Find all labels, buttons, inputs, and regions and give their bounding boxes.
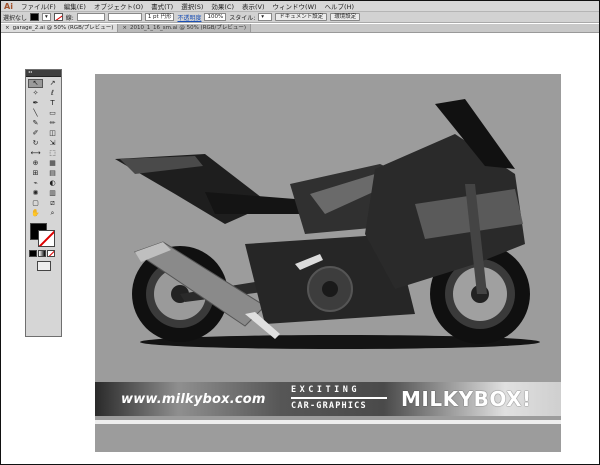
mesh-tool-icon[interactable]: ⊞ (28, 169, 43, 178)
pen-tool-icon[interactable]: ✒ (28, 99, 43, 108)
banner-url: www.milkybox.com (121, 392, 266, 407)
color-mode-button[interactable] (29, 250, 37, 257)
document-tabs: × garage_2.ai @ 50% (RGB/プレビュー) × 2010_1_1… (1, 24, 599, 33)
fill-stroke-widget (29, 221, 61, 247)
magic-wand-tool-icon[interactable]: ✧ (28, 89, 43, 98)
selection-status: 選択なし (3, 14, 28, 22)
stroke-color-box[interactable] (38, 230, 55, 247)
slice-tool-icon[interactable]: ⧄ (45, 199, 60, 208)
close-icon[interactable]: × (122, 25, 127, 31)
color-mode-buttons (26, 247, 61, 257)
document-setup-button[interactable]: ドキュメント設定 (275, 13, 328, 21)
rectangle-tool-icon[interactable]: ▭ (45, 109, 60, 118)
preferences-button[interactable]: 環境設定 (330, 13, 361, 21)
fill-dropdown[interactable]: ▾ (42, 13, 51, 21)
width-tool-icon[interactable]: ⟷ (28, 149, 43, 158)
motorcycle-illustration (115, 99, 540, 349)
stroke-weight-field[interactable] (76, 13, 105, 21)
brush-dropdown[interactable]: 1 pt 円形 (144, 13, 175, 21)
paintbrush-tool-icon[interactable]: ✎ (28, 119, 43, 128)
none-mode-button[interactable] (47, 250, 55, 257)
canvas-area[interactable]: www.milkybox.com EXCITING CAR-GRAPHICS M… (1, 33, 599, 464)
gradient-mode-button[interactable] (38, 250, 46, 257)
lasso-tool-icon[interactable]: ℓ (45, 89, 60, 98)
tagline-divider (291, 397, 387, 399)
screen-mode-button[interactable] (37, 261, 51, 271)
selection-tool-icon[interactable]: ↖ (28, 79, 43, 88)
tab-document-2[interactable]: × 2010_1_16_sm.ai @ 50% (RGB/プレビュー) (118, 24, 252, 32)
symbol-sprayer-tool-icon[interactable]: ✺ (28, 189, 43, 198)
artboard-tool-icon[interactable]: ▢ (28, 199, 43, 208)
zoom-tool-icon[interactable]: ⌕ (45, 209, 60, 218)
menu-edit[interactable]: 編集(E) (60, 1, 90, 11)
eraser-tool-icon[interactable]: ◫ (45, 129, 60, 138)
line-tool-icon[interactable]: ╲ (28, 109, 43, 118)
brand-banner: www.milkybox.com EXCITING CAR-GRAPHICS M… (95, 382, 561, 416)
opacity-link[interactable]: 不透明度 (177, 13, 201, 22)
illustrator-window: Ai ファイル(F) 編集(E) オブジェクト(O) 書式(T) 選択(S) 効… (0, 0, 600, 465)
menu-object[interactable]: オブジェクト(O) (90, 1, 147, 11)
eyedropper-tool-icon[interactable]: ⌁ (28, 179, 43, 188)
style-label: スタイル: (229, 14, 256, 22)
gradient-tool-icon[interactable]: ▤ (45, 169, 60, 178)
opacity-field[interactable]: 100% (204, 13, 227, 21)
scale-tool-icon[interactable]: ⇲ (45, 139, 60, 148)
menu-select[interactable]: 選択(S) (177, 1, 207, 11)
menu-help[interactable]: ヘルプ(H) (321, 1, 358, 11)
banner-brand: MILKYBOX! (401, 387, 532, 411)
control-bar: 選択なし ▾ 線: 1 pt 円形 不透明度 100% スタイル: ▾ ドキュメ… (1, 12, 599, 23)
app-logo: Ai (4, 1, 13, 11)
free-transform-tool-icon[interactable]: ⬚ (45, 149, 60, 158)
close-icon[interactable]: × (5, 25, 10, 31)
tagline-line-2: CAR-GRAPHICS (291, 400, 367, 411)
menu-type[interactable]: 書式(T) (147, 1, 177, 11)
banner-underline (95, 420, 561, 424)
artboard[interactable]: www.milkybox.com EXCITING CAR-GRAPHICS M… (95, 74, 561, 452)
stroke-label: 線: (65, 14, 74, 22)
column-graph-tool-icon[interactable]: ▥ (45, 189, 60, 198)
stroke-swatch[interactable] (53, 13, 63, 21)
menu-effect[interactable]: 効果(C) (207, 1, 238, 11)
rotate-tool-icon[interactable]: ↻ (28, 139, 43, 148)
menu-window[interactable]: ウィンドウ(W) (269, 1, 321, 11)
perspective-grid-tool-icon[interactable]: ▦ (45, 159, 60, 168)
menu-view[interactable]: 表示(V) (238, 1, 269, 11)
tools-panel-titlebar[interactable] (26, 69, 61, 77)
shape-builder-tool-icon[interactable]: ⊕ (28, 159, 43, 168)
tagline-line-1: EXCITING (291, 385, 360, 395)
blob-brush-tool-icon[interactable]: ✐ (28, 129, 43, 138)
menu-file[interactable]: ファイル(F) (17, 1, 60, 11)
blend-tool-icon[interactable]: ◐ (45, 179, 60, 188)
variable-width-dropdown[interactable] (107, 13, 142, 21)
menu-bar: Ai ファイル(F) 編集(E) オブジェクト(O) 書式(T) 選択(S) 効… (1, 1, 599, 12)
tool-grid: ↖ ↗ ✧ ℓ ✒ T ╲ ▭ ✎ ✏ ✐ ◫ ↻ ⇲ ⟷ ⬚ ⊕ ▦ ⊞ ▤ ⌁ ◐ ✺ ▥ ▢ ⧄ ✋ ⌕ (26, 77, 61, 218)
hand-tool-icon[interactable]: ✋ (28, 209, 43, 218)
tab-document-1[interactable]: × garage_2.ai @ 50% (RGB/プレビュー) (1, 24, 119, 32)
style-dropdown[interactable]: ▾ (258, 13, 273, 21)
type-tool-icon[interactable]: T (45, 99, 60, 108)
tools-panel: ↖↗✧ℓ✒T╲▭✎✏✐◫↻⇲⟷⬚⊕▦⊞▤⌁◐✺▥▢⧄✋⌕ (25, 69, 62, 337)
fill-swatch[interactable] (30, 13, 40, 21)
pencil-tool-icon[interactable]: ✏ (45, 119, 60, 128)
banner-tagline: EXCITING CAR-GRAPHICS (291, 384, 391, 412)
direct-selection-tool-icon[interactable]: ↗ (45, 79, 60, 88)
